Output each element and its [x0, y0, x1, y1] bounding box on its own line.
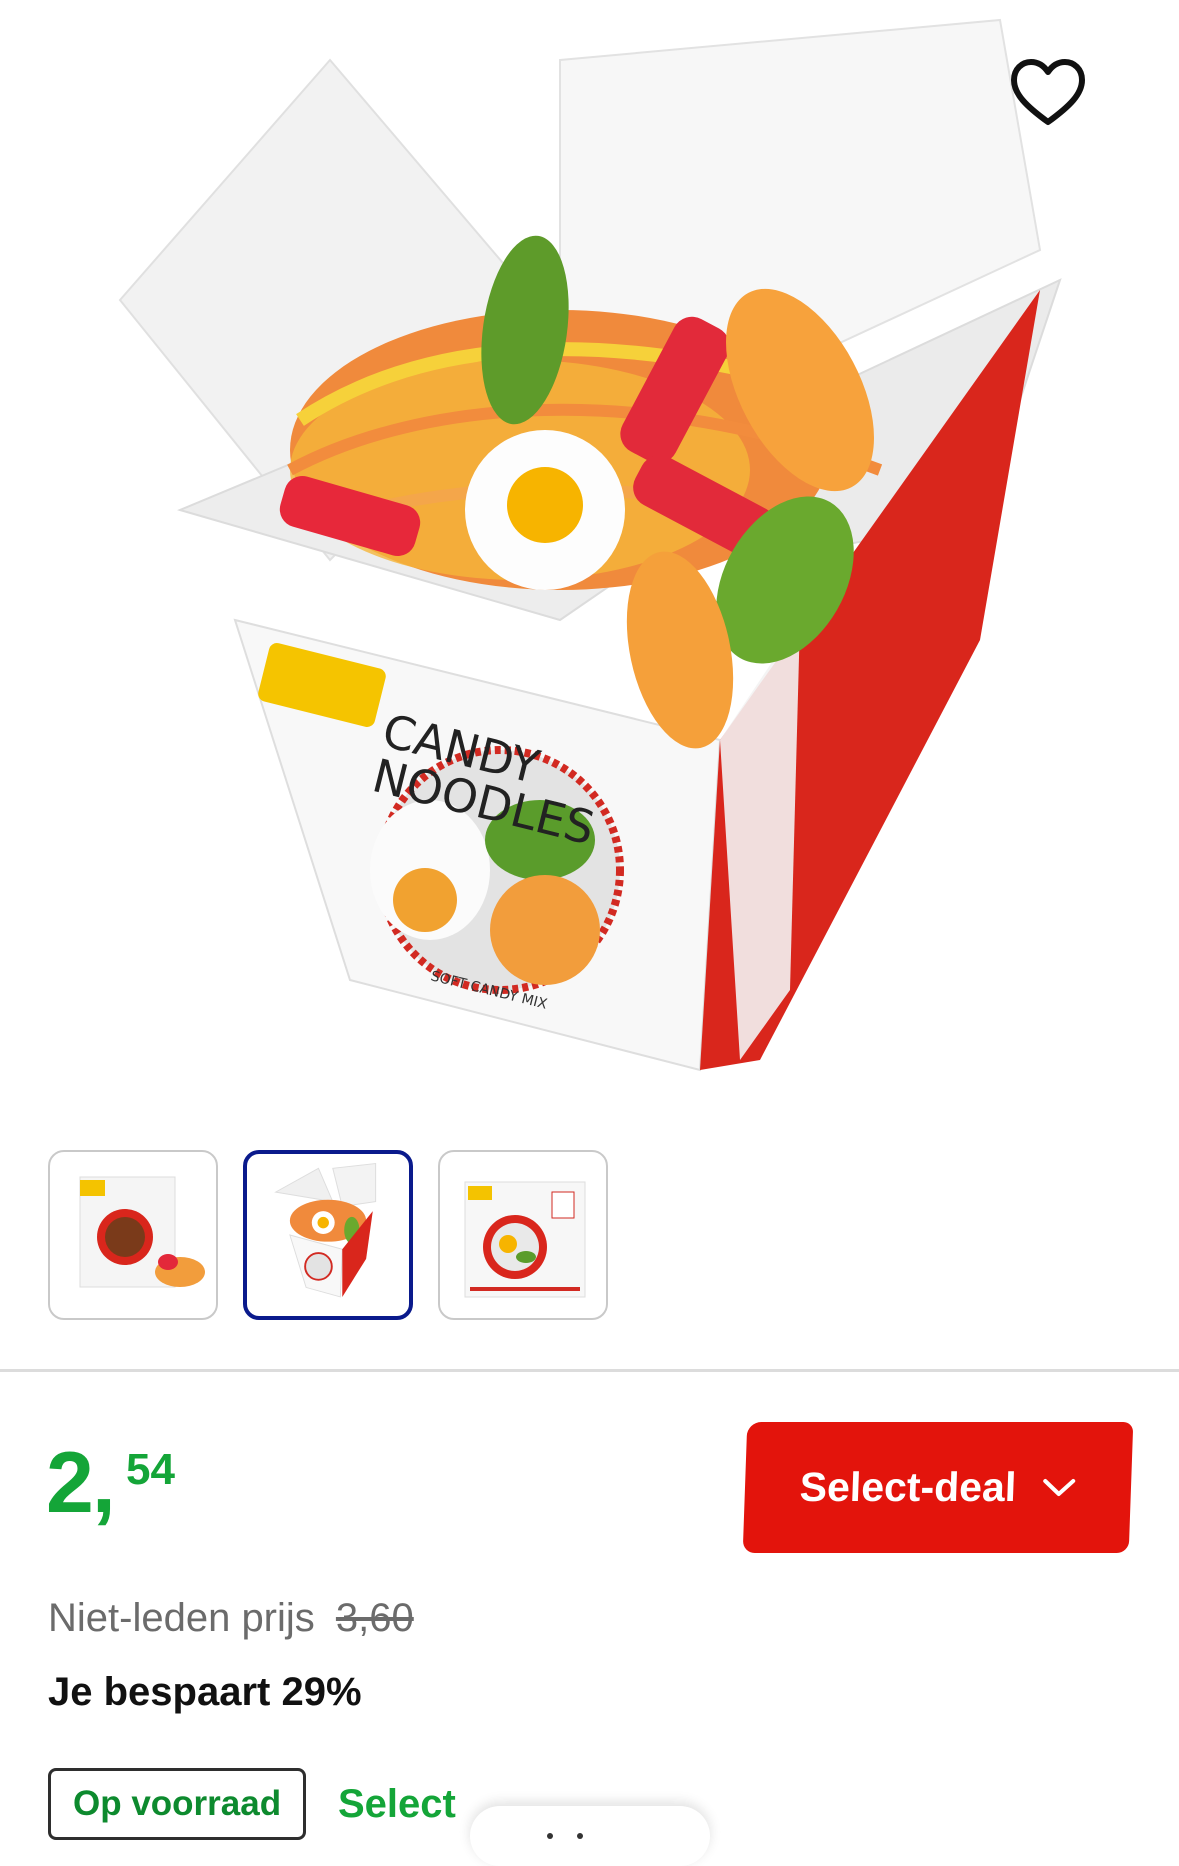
more-icon: [547, 1833, 583, 1839]
product-open-box-thumb-icon: [274, 1162, 377, 1298]
non-member-label: Niet-leden prijs: [48, 1596, 315, 1640]
chevron-down-icon: [1043, 1478, 1076, 1496]
price-whole: 2,: [46, 1435, 116, 1531]
product-package-thumb-icon: [464, 1181, 586, 1298]
select-deal-button[interactable]: Select-deal: [742, 1422, 1134, 1553]
stock-badge: Op voorraad: [48, 1768, 307, 1840]
section-divider: [0, 1369, 1179, 1372]
stock-badge-label: Op voorraad: [73, 1784, 282, 1823]
favorite-button[interactable]: [1008, 56, 1088, 132]
savings-text: Je bespaart 29%: [48, 1670, 362, 1714]
member-price: 2, 54: [46, 1440, 175, 1526]
non-member-old-price: 3,60: [335, 1596, 414, 1640]
thumbnail-gallery: [48, 1150, 608, 1320]
thumbnail-1[interactable]: [48, 1150, 218, 1320]
price-cents: 54: [126, 1445, 175, 1494]
thumbnail-3[interactable]: [438, 1150, 608, 1320]
thumbnail-2[interactable]: [243, 1150, 413, 1320]
product-front-thumb-icon: [79, 1176, 205, 1288]
floating-action-pill[interactable]: [470, 1806, 710, 1866]
product-image[interactable]: CANDY NOODLES SOFT CANDY MIX: [0, 0, 1179, 1110]
heart-outline-icon: [1011, 59, 1085, 125]
select-tag: Select: [338, 1782, 456, 1826]
candy-noodles-box-illustration: CANDY NOODLES SOFT CANDY MIX: [118, 18, 1062, 1072]
select-deal-label: Select-deal: [798, 1464, 1018, 1510]
non-member-price: Niet-leden prijs 3,60: [48, 1596, 414, 1641]
